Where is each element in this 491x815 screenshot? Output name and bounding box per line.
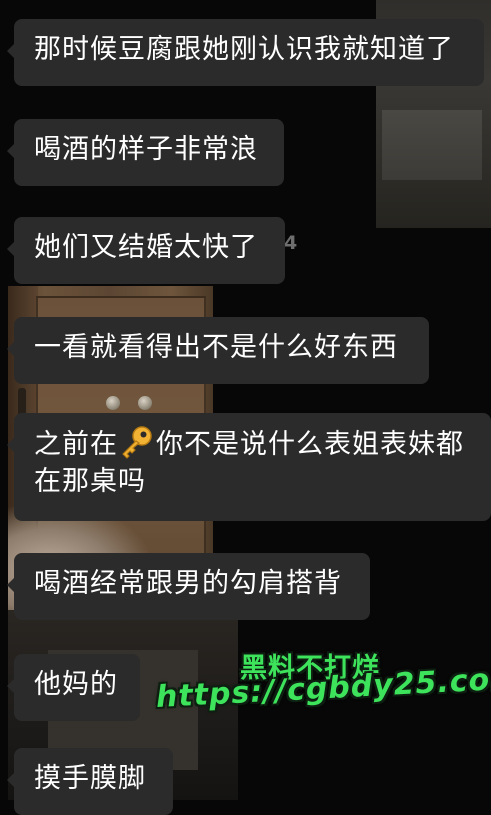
chat-message: 那时候豆腐跟她刚认识我就知道了	[7, 19, 484, 86]
key-icon	[119, 425, 155, 459]
chat-message: 喝酒的样子非常浪	[7, 119, 284, 186]
background-partial-text: 4	[284, 232, 298, 254]
chat-message: 之前在 你不是说什么表姐表妹都在那桌吗	[7, 413, 491, 521]
background-knob	[138, 396, 152, 410]
chat-message-text: 之前在	[34, 429, 118, 460]
chat-message: 她们又结婚太快了	[7, 217, 285, 284]
chat-message: 他妈的	[7, 654, 140, 721]
background-knob	[106, 396, 120, 410]
chat-message: 喝酒经常跟男的勾肩搭背	[7, 553, 370, 620]
chat-message: 摸手膜脚	[7, 748, 173, 815]
chat-message: 一看就看得出不是什么好东西	[7, 317, 429, 384]
